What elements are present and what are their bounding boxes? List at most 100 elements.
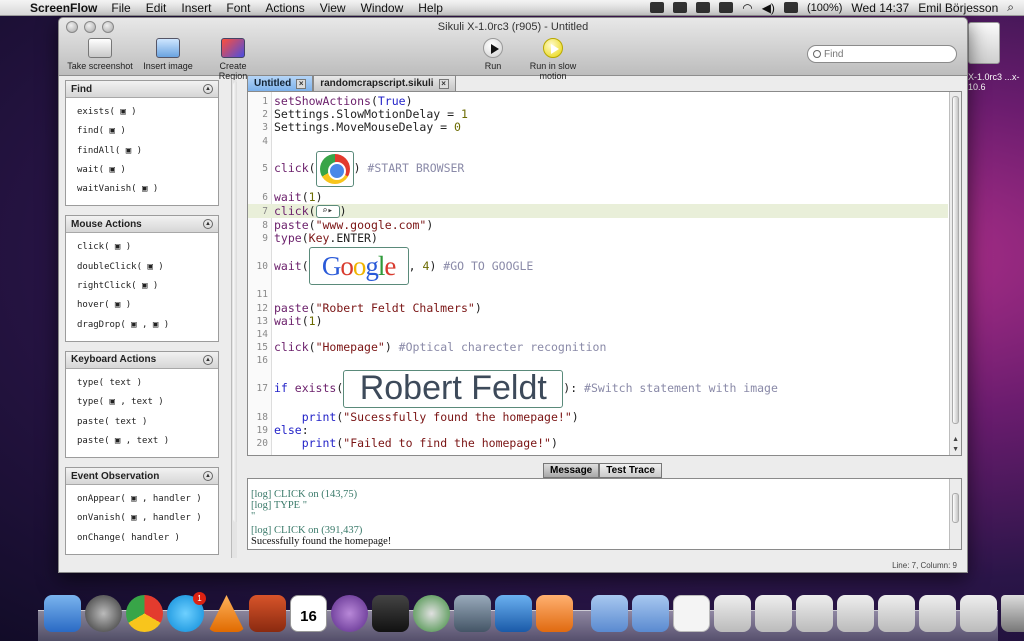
command-type-text[interactable]: type( text )	[77, 374, 218, 393]
chrome-screenshot-pattern[interactable]	[315, 150, 354, 187]
search-field[interactable]	[807, 45, 957, 63]
dashboard-icon[interactable]	[85, 595, 122, 632]
search-input[interactable]	[824, 48, 944, 60]
screenflow-status-icon[interactable]	[650, 2, 665, 13]
code-line[interactable]: 6 wait(1)	[248, 190, 948, 204]
sidebar-scrollbar[interactable]	[231, 80, 237, 558]
search-box-screenshot-pattern[interactable]: ⌕▸	[315, 204, 340, 218]
command-find[interactable]: find( ▣ )	[77, 122, 218, 141]
menu-font[interactable]: Font	[226, 1, 250, 15]
spotlight-icon[interactable]: ⌕	[1007, 0, 1014, 15]
menu-window[interactable]: Window	[361, 1, 404, 15]
message-scrollbar[interactable]	[949, 479, 961, 549]
stack-icon[interactable]	[960, 595, 997, 632]
run-button[interactable]: Run	[479, 38, 507, 71]
code-line[interactable]: 8 paste("www.google.com")	[248, 219, 948, 232]
code-line[interactable]: 12 paste("Robert Feldt Chalmers")	[248, 301, 948, 315]
robert-feldt-screenshot-pattern[interactable]: Robert Feldt	[343, 369, 564, 408]
collapse-icon[interactable]: ▲	[203, 219, 213, 230]
stack-icon[interactable]	[919, 595, 956, 632]
code-line[interactable]: 16	[248, 354, 948, 367]
find-panel-header[interactable]: Find ▲	[66, 81, 218, 98]
code-line[interactable]: 14	[248, 328, 948, 341]
collapse-icon[interactable]: ▲	[203, 471, 213, 482]
vlc-icon[interactable]	[208, 595, 245, 632]
menu-file[interactable]: File	[111, 1, 130, 15]
editor-scroll-thumb[interactable]	[952, 96, 959, 424]
code-line[interactable]: 17 if exists(Robert Feldt): #Switch state…	[248, 368, 948, 410]
clock[interactable]: Wed 14:37	[851, 1, 909, 15]
tab-untitled[interactable]: Untitled ×	[247, 75, 314, 91]
close-tab-icon[interactable]: ×	[438, 78, 449, 89]
powerpoint-icon[interactable]	[536, 595, 573, 632]
sidebar-scroll-thumb[interactable]	[233, 82, 237, 522]
code-line[interactable]: 9 type(Key .ENTER)	[248, 232, 948, 245]
command-exists[interactable]: exists( ▣ )	[77, 103, 218, 122]
code-line[interactable]: 20 print("Failed to find the homepage!")	[248, 437, 948, 450]
command-type-image-text[interactable]: type( ▣ , text )	[77, 393, 218, 412]
stack-icon[interactable]	[878, 595, 915, 632]
mouse-actions-header[interactable]: Mouse Actions ▲	[66, 216, 218, 234]
command-waitvanish[interactable]: waitVanish( ▣ )	[77, 180, 218, 199]
timemachine-status-icon[interactable]	[696, 2, 711, 13]
command-hover[interactable]: hover( ▣ )	[77, 296, 218, 315]
code-line[interactable]: 15 click("Homepage") #Optical charecter r…	[248, 341, 948, 354]
command-dragdrop[interactable]: dragDrop( ▣ , ▣ )	[77, 316, 218, 335]
keyboard-actions-header[interactable]: Keyboard Actions ▲	[66, 351, 218, 369]
code-line[interactable]: 18 print("Sucessfully found the homepage…	[248, 410, 948, 424]
skype-icon[interactable]: 1	[167, 592, 206, 632]
command-onvanish[interactable]: onVanish( ▣ , handler )	[77, 509, 218, 528]
code-line[interactable]: 1 setShowActions(True)	[248, 95, 948, 108]
stack-icon[interactable]	[755, 595, 792, 632]
command-onchange[interactable]: onChange( handler )	[77, 529, 218, 548]
command-onappear[interactable]: onAppear( ▣ , handler )	[77, 490, 218, 509]
app-menu[interactable]: ScreenFlow	[30, 1, 97, 15]
stack-icon[interactable]	[837, 595, 874, 632]
disk-image-icon[interactable]	[968, 22, 1000, 64]
code-line[interactable]: 3 Settings.MoveMouseDelay = 0	[248, 121, 948, 134]
insert-image-button[interactable]: Insert image	[143, 38, 193, 71]
skype-status-icon[interactable]	[673, 2, 688, 13]
preview-icon[interactable]	[454, 595, 491, 632]
menu-insert[interactable]: Insert	[181, 1, 211, 15]
stack-icon[interactable]	[714, 595, 751, 632]
code-line[interactable]: 10 wait(Go o g l e, 4) #GO TO GOOGLE	[248, 245, 948, 287]
volume-icon[interactable]: ◀)	[762, 1, 775, 15]
sikuli-icon[interactable]	[331, 595, 368, 632]
trash-icon[interactable]	[1001, 595, 1024, 632]
documents-folder-icon[interactable]	[632, 595, 669, 632]
command-paste-image-text[interactable]: paste( ▣ , text )	[77, 432, 218, 451]
command-paste-text[interactable]: paste( text )	[77, 413, 218, 432]
chrome-icon[interactable]	[126, 595, 163, 632]
collapse-icon[interactable]: ▲	[203, 84, 213, 94]
user-name[interactable]: Emil Börjesson	[918, 1, 998, 15]
tab-test-trace[interactable]: Test Trace	[599, 463, 662, 478]
menu-edit[interactable]: Edit	[146, 1, 167, 15]
google-logo-screenshot-pattern[interactable]: Google	[308, 247, 409, 286]
menu-actions[interactable]: Actions	[265, 1, 304, 15]
scroll-up-arrow-icon[interactable]: ▲	[952, 436, 959, 443]
code-line[interactable]: 4	[248, 135, 948, 148]
ical-icon[interactable]: 16	[290, 595, 327, 632]
bluetooth-status-icon[interactable]	[719, 2, 734, 13]
code-line[interactable]: 13 wait(1)	[248, 314, 948, 328]
imovie-icon[interactable]	[372, 595, 409, 632]
code-line[interactable]: 2 Settings.SlowMotionDelay = 1	[248, 108, 948, 121]
menu-view[interactable]: View	[320, 1, 346, 15]
collapse-icon[interactable]: ▲	[203, 354, 213, 365]
editor-scrollbar[interactable]: ▲ ▼	[949, 92, 961, 455]
run-slow-motion-button[interactable]: Run in slow motion	[515, 38, 591, 81]
battery-icon[interactable]	[783, 2, 798, 13]
command-wait[interactable]: wait( ▣ )	[77, 161, 218, 180]
command-findall[interactable]: findAll( ▣ )	[77, 142, 218, 161]
message-scroll-thumb[interactable]	[952, 493, 959, 523]
code-line[interactable]: 11	[248, 288, 948, 301]
code-line[interactable]: 19 else:	[248, 423, 948, 437]
word-icon[interactable]	[495, 595, 532, 632]
event-observation-header[interactable]: Event Observation ▲	[66, 468, 218, 486]
iphoto-icon[interactable]	[413, 595, 450, 632]
command-click[interactable]: click( ▣ )	[77, 238, 218, 257]
code-line[interactable]: 5 click() #START BROWSER	[248, 148, 948, 190]
wifi-icon[interactable]: ◠	[742, 1, 752, 15]
scroll-down-arrow-icon[interactable]: ▼	[952, 446, 959, 453]
